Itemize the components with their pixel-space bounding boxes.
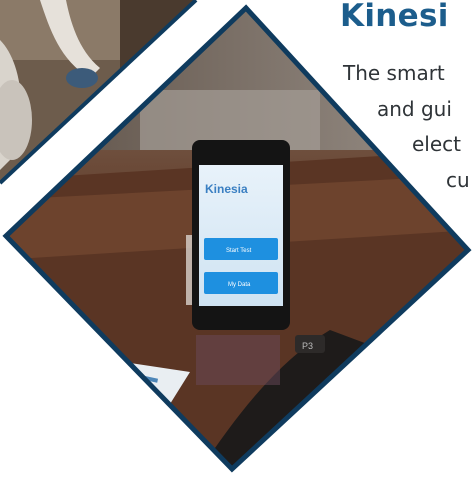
page-heading: Kinesi [340,0,449,34]
phone-logo: Kinesia [205,182,248,196]
intro-line-2: and gui [377,97,452,121]
intro-line-4: cu [446,168,470,192]
intro-line-3: elect [412,132,462,156]
intro-line-1: The smart [343,61,445,85]
phone-data-label: My Data [228,282,251,288]
phone-start-label: Start Test [226,248,252,254]
device-tag: P3 [302,341,313,351]
